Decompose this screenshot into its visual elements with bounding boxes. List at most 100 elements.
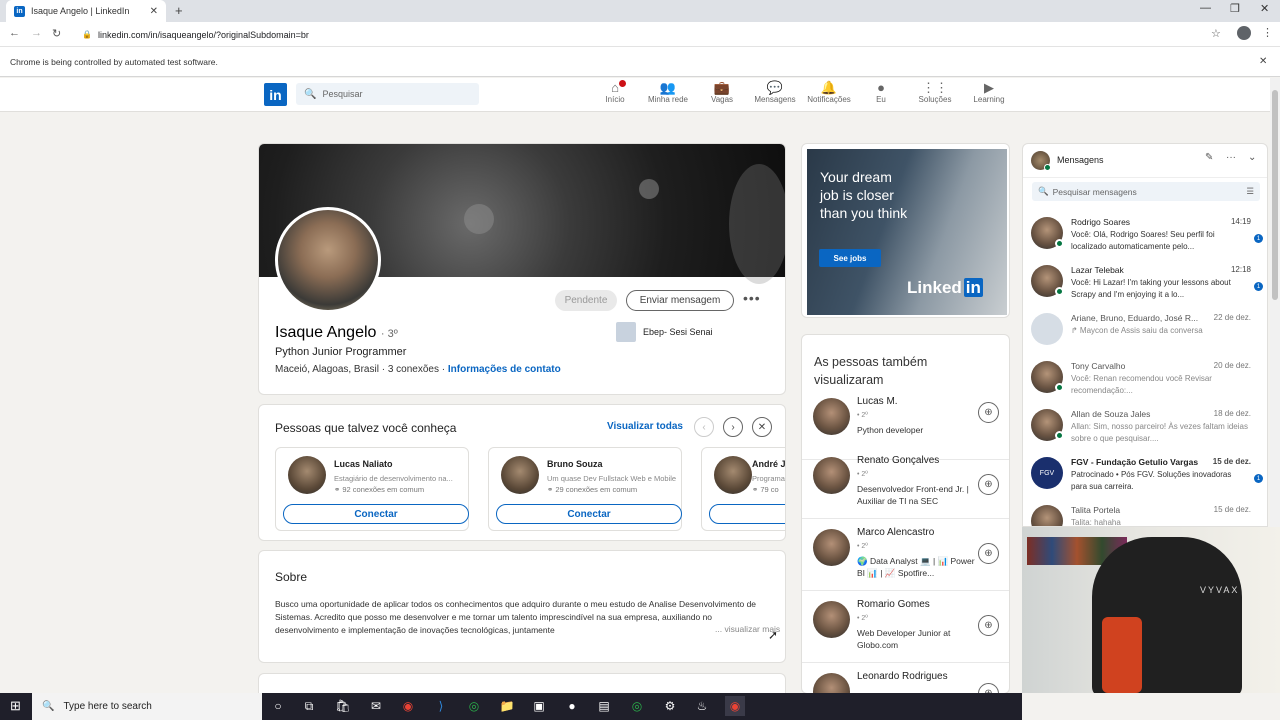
nav-messaging[interactable]: 💬 Mensagens (749, 80, 801, 104)
vscode-icon[interactable]: ⟩ (431, 696, 451, 716)
see-all-link[interactable]: Visualizar todas (607, 421, 683, 432)
bookmark-star-icon[interactable]: ☆ (1211, 27, 1221, 40)
conversation-snippet: ↱ Maycon de Assis saiu da conversa (1071, 326, 1203, 335)
chrome-menu-icon[interactable]: ⋮ (1262, 26, 1273, 39)
nav-learning[interactable]: ▶ Learning (963, 80, 1015, 104)
nav-jobs[interactable]: 💼 Vagas (696, 80, 748, 104)
nav-home[interactable]: ⌂ Início (589, 80, 641, 104)
connect-button[interactable]: Conectar (496, 504, 682, 524)
conversation-snippet: Você: Olá, Rodrigo Soares! Seu perfil fo… (1071, 230, 1215, 251)
connect-button[interactable]: C (709, 504, 785, 524)
close-window-icon[interactable]: ✕ (1260, 2, 1269, 15)
compose-icon[interactable]: ✎ (1205, 152, 1213, 163)
messaging-more-icon[interactable]: ··· (1226, 152, 1236, 163)
suggestion-avatar[interactable] (288, 456, 326, 494)
app-ring-icon[interactable]: ◎ (464, 696, 484, 716)
conversation-item[interactable]: Lazar Telebak 12:18 Você: Hi Lazar! I'm … (1023, 262, 1267, 310)
conversation-snippet: Talita: hahaha (1071, 518, 1121, 527)
infobar-close-icon[interactable]: ✕ (1259, 56, 1267, 67)
home-icon: ⌂ (611, 80, 619, 95)
pycharm-icon[interactable]: ▣ (529, 696, 549, 716)
suggestion-name[interactable]: Lucas Naliato (334, 459, 393, 469)
steam-icon[interactable]: ♨ (692, 696, 712, 716)
conversation-snippet: Você: Renan recomendou você Revisar reco… (1071, 374, 1212, 395)
settings-gear-icon[interactable]: ⚙ (660, 696, 680, 716)
collapse-icon[interactable]: ⌄ (1248, 152, 1256, 163)
conversation-item[interactable]: Ariane, Bruno, Eduardo, José R... 22 de … (1023, 310, 1267, 358)
mail-icon[interactable]: ✉ (366, 696, 386, 716)
connect-person-icon[interactable]: ⊕ (978, 474, 999, 495)
filter-icon[interactable]: ☰ (1246, 186, 1254, 197)
back-icon[interactable]: ← (9, 27, 20, 39)
ad-card[interactable]: Your dream job is closer than you think … (801, 143, 1010, 318)
viewer-avatar[interactable] (813, 529, 850, 566)
viewer-headline: Desenvolvedor Front-end Jr. | Auxiliar d… (857, 484, 969, 506)
app-ring2-icon[interactable]: ◎ (627, 696, 647, 716)
close-tab-icon[interactable]: ✕ (150, 6, 158, 17)
location: Maceió, Alagoas, Brasil (275, 364, 379, 375)
file-explorer-icon[interactable]: 📁 (497, 696, 517, 716)
pending-button[interactable]: Pendente (555, 290, 617, 311)
minimize-icon[interactable]: — (1200, 2, 1211, 14)
next-arrow-icon[interactable]: › (723, 417, 743, 437)
viewer-name[interactable]: Leonardo Rodrigues (857, 671, 948, 682)
nav-me[interactable]: ● Eu (855, 80, 907, 104)
search-input[interactable]: 🔍 Pesquisar (296, 83, 479, 105)
connect-person-icon[interactable]: ⊕ (978, 615, 999, 636)
chrome-icon[interactable]: ◉ (398, 696, 418, 716)
message-search-input[interactable]: 🔍 Pesquisar mensagens ☰ (1032, 182, 1260, 201)
url-field[interactable]: 🔒 linkedin.com/in/isaqueangelo/?originalS… (78, 25, 1228, 44)
maximize-icon[interactable]: ❐ (1230, 2, 1240, 15)
connect-person-icon[interactable]: ⊕ (978, 543, 999, 564)
taskbar-search[interactable]: 🔍 Type here to search (32, 693, 262, 720)
mutual-connections: ⚭ 92 conexões em comum (334, 485, 425, 494)
conversation-item[interactable]: Talita Portela 15 de dez. Talita: hahaha (1023, 502, 1267, 527)
conversation-item[interactable]: Rodrigo Soares 14:19 Você: Olá, Rodrigo … (1023, 214, 1267, 262)
viewer-name[interactable]: Romario Gomes (857, 599, 930, 610)
see-jobs-button[interactable]: See jobs (819, 249, 881, 267)
prev-arrow-icon[interactable]: ‹ (694, 417, 714, 437)
viewer-avatar[interactable] (813, 398, 850, 435)
suggestion-avatar[interactable] (714, 456, 752, 494)
viewer-name[interactable]: Marco Alencastro (857, 527, 934, 538)
connect-person-icon[interactable]: ⊕ (978, 402, 999, 423)
messaging-header[interactable]: Mensagens ✎ ··· ⌄ (1023, 144, 1267, 178)
conversation-item[interactable]: Allan de Souza Jales 18 de dez. Allan: S… (1023, 406, 1267, 454)
suggestion-name[interactable]: Bruno Souza (547, 459, 603, 469)
browser-tab[interactable]: in Isaque Angelo | LinkedIn ✕ (6, 0, 166, 22)
suggestion-name[interactable]: André Ju (752, 459, 785, 469)
chrome-active-icon[interactable]: ◉ (725, 696, 745, 716)
linkedin-logo-icon[interactable]: in (264, 83, 287, 106)
nav-notifications[interactable]: 🔔 Notificações (803, 80, 855, 104)
viewer-name[interactable]: Lucas M. (857, 396, 898, 407)
conversation-item[interactable]: Tony Carvalho 20 de dez. Você: Renan rec… (1023, 358, 1267, 406)
viewer-avatar[interactable] (813, 601, 850, 638)
github-icon[interactable]: ● (562, 696, 582, 716)
profile-avatar-icon[interactable] (1237, 26, 1251, 40)
nav-solutions[interactable]: ⋮⋮ Soluções (909, 80, 961, 104)
nav-learning-label: Learning (973, 95, 1005, 104)
dismiss-icon[interactable]: ✕ (752, 417, 772, 437)
forward-icon[interactable]: → (31, 27, 42, 39)
notes-icon[interactable]: ▤ (594, 696, 614, 716)
suggestion-avatar[interactable] (501, 456, 539, 494)
viewer-avatar[interactable] (813, 457, 850, 494)
task-view-icon[interactable]: ⧉ (299, 696, 319, 716)
viewer-name[interactable]: Renato Gonçalves (857, 455, 939, 466)
conversation-item[interactable]: FGV FGV - Fundação Getulio Vargas 15 de … (1023, 454, 1267, 502)
nav-network[interactable]: 👥 Minha rede (642, 80, 694, 104)
scrollbar-thumb[interactable] (1272, 90, 1278, 300)
cortana-icon[interactable]: ○ (268, 696, 288, 716)
education-link[interactable]: Ebep- Sesi Senai (616, 322, 713, 342)
new-tab-icon[interactable]: + (175, 3, 183, 18)
more-options-icon[interactable]: ••• (743, 290, 761, 306)
reload-icon[interactable]: ↻ (52, 27, 61, 40)
contact-info-link[interactable]: Informações de contato (448, 364, 561, 375)
profile-photo[interactable] (275, 207, 381, 313)
connect-button[interactable]: Conectar (283, 504, 469, 524)
conversation-date: 15 de dez. (1212, 457, 1251, 466)
send-message-button[interactable]: Enviar mensagem (626, 290, 734, 311)
windows-start-icon[interactable]: ⊞ (10, 698, 21, 714)
viewer-avatar[interactable] (813, 673, 850, 693)
store-icon[interactable]: 🛍 (333, 696, 353, 716)
